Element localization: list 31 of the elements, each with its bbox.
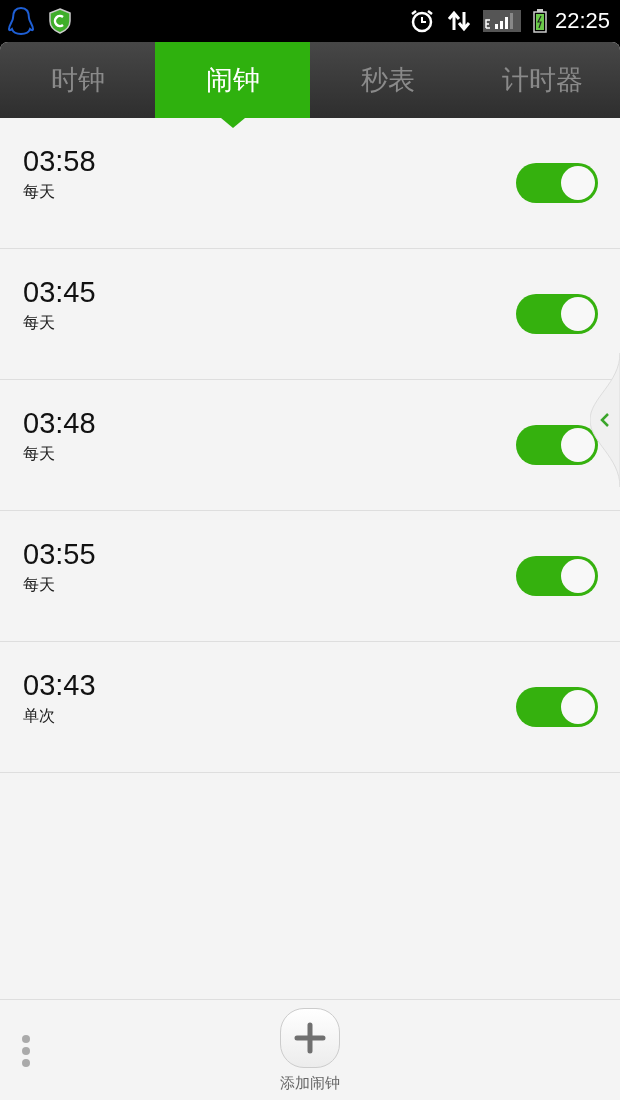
signal-icon [482,10,521,32]
alarm-time: 03:55 [23,538,96,571]
data-arrows-icon [446,10,471,32]
alarm-repeat: 单次 [23,706,56,727]
alarm-time: 03:48 [23,407,96,440]
toggle-switch[interactable] [516,556,598,596]
tab-pointer [220,118,245,128]
toggle-switch[interactable] [516,425,598,465]
more-menu-icon[interactable] [21,1034,31,1068]
alarm-repeat: 每天 [23,182,56,203]
shield-icon [48,8,72,34]
side-drawer-handle[interactable] [590,353,620,487]
toggle-switch[interactable] [516,163,598,203]
toggle-switch[interactable] [516,687,598,727]
tab[interactable]: 计时器 [465,42,620,118]
alarm-time: 03:58 [23,145,96,178]
penguin-icon [8,6,34,36]
alarm-repeat: 每天 [23,575,56,596]
plus-icon [294,1022,326,1054]
add-alarm-button[interactable] [280,1008,340,1068]
alarm-repeat: 每天 [23,444,56,465]
add-alarm-label: 添加闹钟 [280,1074,340,1093]
alarm-time: 03:43 [23,669,96,702]
toggle-switch[interactable] [516,294,598,334]
battery-icon [532,9,547,33]
tab[interactable]: 秒表 [310,42,465,118]
tab[interactable]: 闹钟 [155,42,310,118]
status-time: 22:25 [554,8,610,34]
tab[interactable]: 时钟 [0,42,155,118]
alarm-repeat: 每天 [23,313,56,334]
alarm-time: 03:45 [23,276,96,309]
